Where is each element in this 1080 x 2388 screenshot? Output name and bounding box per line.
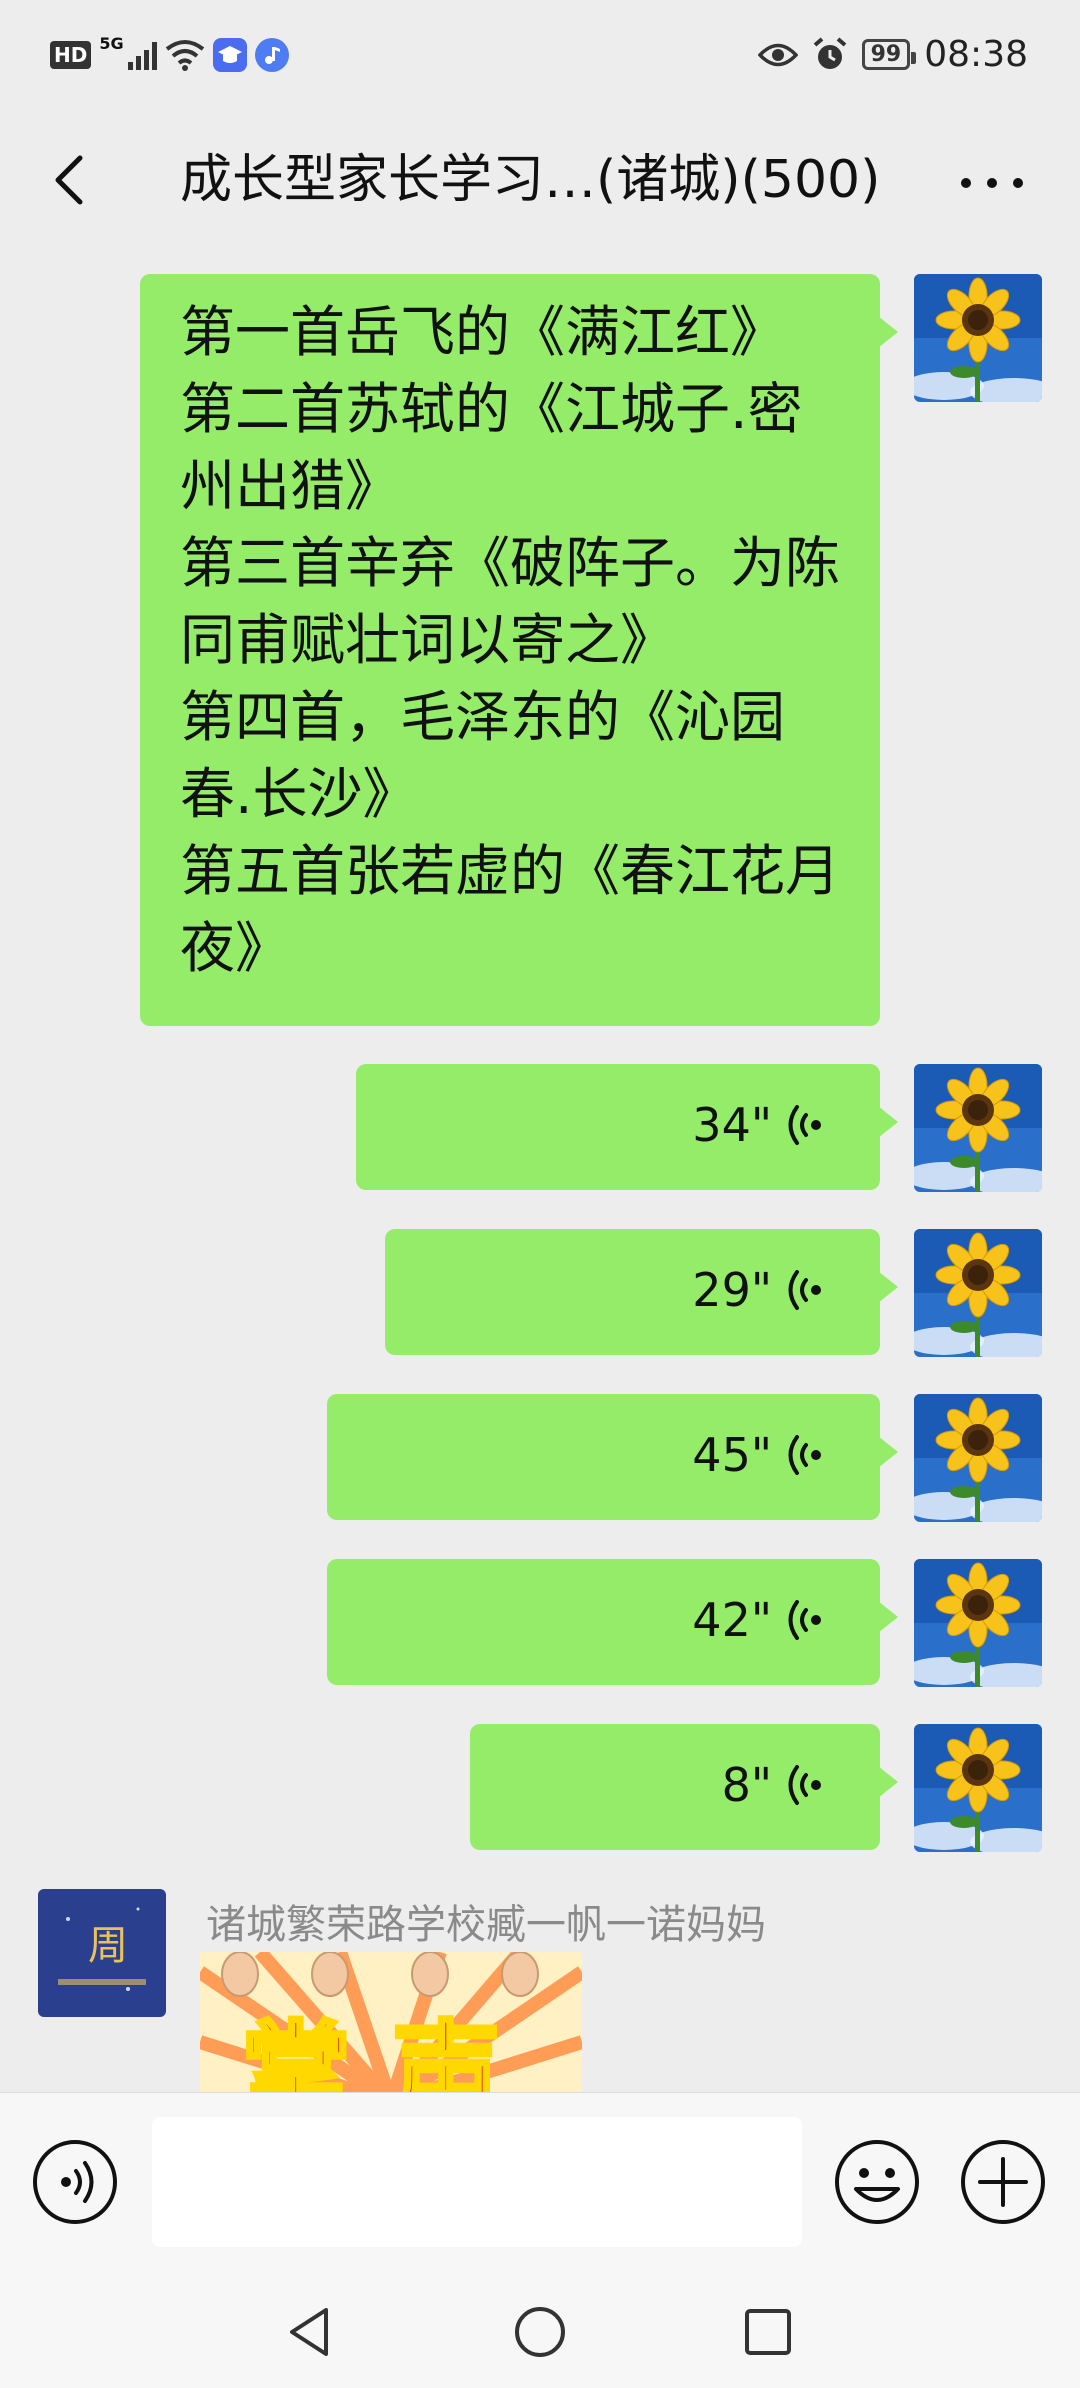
voice-wave-icon [788,1270,823,1310]
eye-icon [757,43,798,66]
more-icon[interactable] [952,158,1032,208]
my-avatar[interactable] [914,274,1042,402]
sender-name: 诸城繁荣路学校臧一帆一诺妈妈 [206,1902,766,1948]
svg-text:周: 周 [88,1923,128,1969]
status-right: 99 08:38 [757,34,1028,75]
voice-wave-icon [788,1600,823,1640]
voice-wave-icon [788,1435,823,1475]
voice-message-bubble[interactable]: 29" [385,1229,898,1355]
back-icon[interactable] [44,140,104,220]
voice-duration: 34" [692,1098,772,1152]
chat-header: 成长型家长学习…(诸城)(500) [0,118,1080,243]
status-left: HD 5G [50,34,289,72]
voice-message-bubble[interactable]: 45" [327,1394,898,1520]
my-avatar[interactable] [914,1724,1042,1852]
nav-home-icon[interactable] [510,2302,570,2362]
voice-wave-icon [788,1765,823,1805]
sticker-image[interactable]: 掌声 [200,1952,582,2092]
input-bar [0,2092,1080,2273]
my-avatar[interactable] [914,1064,1042,1192]
battery-indicator: 99 [861,39,916,70]
voice-duration: 45" [692,1428,772,1482]
alarm-icon [813,36,846,69]
message-input[interactable] [152,2117,802,2247]
nav-recents-icon[interactable] [738,2302,798,2362]
clock: 08:38 [924,34,1028,75]
hd-badge: HD [50,41,92,69]
plus-icon[interactable] [958,2137,1048,2227]
voice-message-bubble[interactable]: 34" [356,1064,898,1190]
sender-avatar[interactable]: 周 [38,1889,166,2017]
voice-duration: 8" [721,1758,772,1812]
voice-mode-icon[interactable] [30,2137,120,2227]
my-avatar[interactable] [914,1559,1042,1687]
emoji-icon[interactable] [832,2137,922,2227]
voice-duration: 29" [692,1263,772,1317]
music-app-icon [254,38,289,72]
text-message-bubble[interactable]: 第一首岳飞的《满江红》 第二首苏轼的《江城子.密州出猎》 第三首辛弃《破阵子。为… [140,274,898,1026]
system-nav-bar [0,2272,1080,2388]
status-bar: HD 5G 99 08:38 [0,0,1080,118]
signal-icon [127,40,157,70]
voice-wave-icon [788,1105,823,1145]
chat-title: 成长型家长学习…(诸城)(500) [180,150,881,210]
network-type: 5G [99,33,124,53]
my-avatar[interactable] [914,1394,1042,1522]
nav-back-icon[interactable] [280,2302,340,2362]
my-avatar[interactable] [914,1229,1042,1357]
wifi-icon [165,40,204,71]
voice-duration: 42" [692,1593,772,1647]
voice-message-bubble[interactable]: 8" [470,1724,898,1850]
sticker-text: 掌声 [241,2010,541,2092]
education-app-icon [212,38,247,72]
voice-message-bubble[interactable]: 42" [327,1559,898,1685]
